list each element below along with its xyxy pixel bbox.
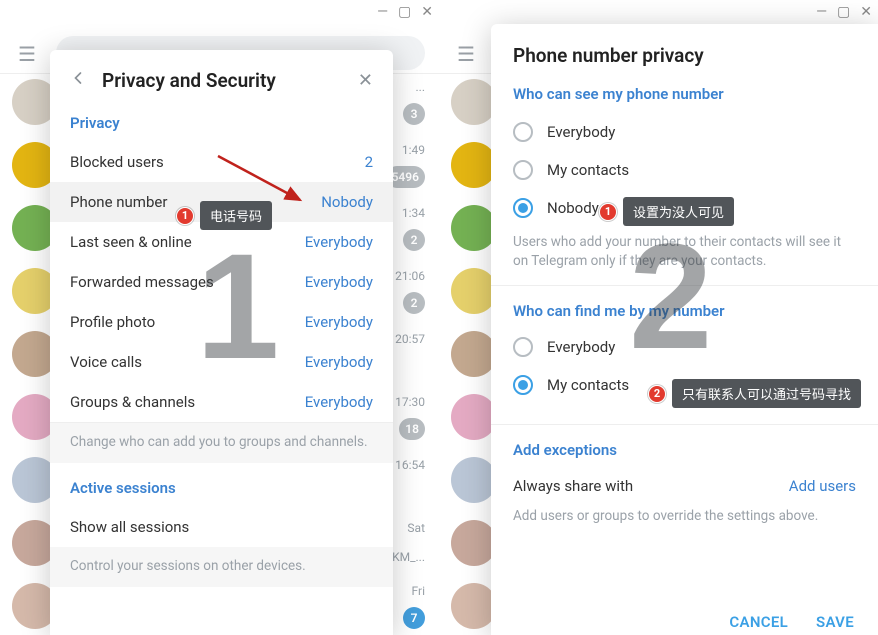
add-users-link[interactable]: Add users <box>789 477 856 495</box>
annotation-r2: 2 只有联系人可以通过号码寻找 <box>648 379 861 408</box>
back-icon[interactable] <box>68 68 88 92</box>
row-always-share[interactable]: Always share with Add users <box>491 465 878 507</box>
annotation-1: 1 电话号码 <box>176 201 272 230</box>
minimize-icon[interactable]: — <box>816 4 827 20</box>
section-exceptions: Add exceptions <box>491 425 878 465</box>
radio-contacts-see[interactable]: My contacts <box>491 151 878 189</box>
phone-privacy-dialog: Phone number privacy Who can see my phon… <box>491 24 878 635</box>
radio-icon <box>513 122 533 142</box>
section-who-find: Who can find me by my number <box>491 286 878 328</box>
save-button[interactable]: SAVE <box>816 613 854 631</box>
radio-icon <box>513 160 533 180</box>
close-window-icon[interactable]: ✕ <box>860 4 872 20</box>
row-show-sessions[interactable]: Show all sessions <box>50 507 393 547</box>
window-controls: — ▢ ✕ <box>816 4 872 20</box>
row-groups-channels[interactable]: Groups & channels Everybody <box>50 382 393 422</box>
section-privacy: Privacy <box>50 106 393 142</box>
radio-everybody-find[interactable]: Everybody <box>491 328 878 366</box>
hint-sessions: Control your sessions on other devices. <box>50 547 393 587</box>
left-screenshot: — ▢ ✕ ☰ ...31:4954961:34221:06220:5717:3… <box>0 0 439 635</box>
radio-icon <box>513 337 533 357</box>
privacy-security-dialog: Privacy and Security ✕ Privacy Blocked u… <box>50 50 393 635</box>
hint-groups: Change who can add you to groups and cha… <box>50 422 393 463</box>
section-who-see: Who can see my phone number <box>491 77 878 113</box>
helper-who-see: Users who add your number to their conta… <box>491 227 878 285</box>
right-screenshot: — ▢ ✕ ☰ ...31:4954961:34221:06220:5717:3… <box>439 0 878 635</box>
helper-exceptions: Add users or groups to override the sett… <box>491 507 878 540</box>
radio-icon <box>513 198 533 218</box>
section-sessions: Active sessions <box>50 463 393 507</box>
dialog-title: Privacy and Security <box>102 69 344 92</box>
radio-everybody-see[interactable]: Everybody <box>491 113 878 151</box>
radio-icon <box>513 375 533 395</box>
annotation-r1: 1 设置为没人可见 <box>599 197 734 226</box>
menu-icon[interactable]: ☰ <box>457 42 475 66</box>
cancel-button[interactable]: CANCEL <box>729 613 788 631</box>
close-icon[interactable]: ✕ <box>358 70 373 91</box>
row-voice-calls[interactable]: Voice calls Everybody <box>50 342 393 382</box>
row-profile-photo[interactable]: Profile photo Everybody <box>50 302 393 342</box>
maximize-icon[interactable]: ▢ <box>837 4 850 20</box>
row-forwarded[interactable]: Forwarded messages Everybody <box>50 262 393 302</box>
dialog-title: Phone number privacy <box>513 44 856 67</box>
